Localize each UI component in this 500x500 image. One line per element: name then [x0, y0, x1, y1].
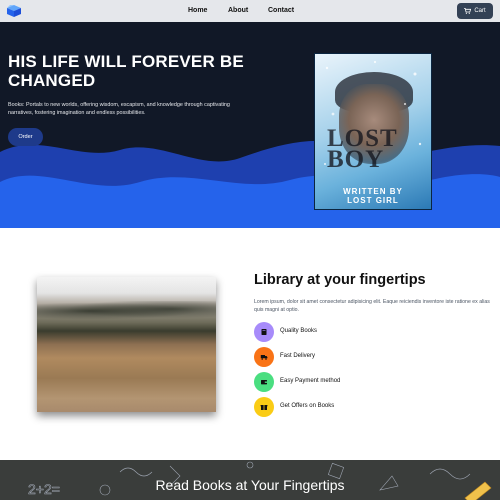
truck-icon: [260, 355, 268, 360]
cart-button[interactable]: Cart: [457, 3, 493, 19]
book-icon: [261, 329, 267, 335]
feature-icon-circle: [254, 372, 274, 392]
library-title: Library at your fingertips: [254, 272, 426, 288]
feature-quality-books: Quality Books: [254, 322, 474, 342]
nav-link-home[interactable]: Home: [188, 7, 207, 14]
feature-label: Get Offers on Books: [280, 403, 335, 409]
feature-label: Easy Payment method: [280, 378, 341, 384]
hero-title: HIS LIFE WILL FOREVER BE CHANGED: [8, 52, 244, 90]
photo-treeline: [37, 301, 216, 321]
nav-link-about[interactable]: About: [228, 7, 248, 14]
book-author: LOST GIRL: [347, 196, 399, 205]
feature-icon-circle: [254, 347, 274, 367]
feature-label: Quality Books: [280, 328, 318, 334]
cart-icon: [464, 8, 472, 14]
feature-get-offers: Get Offers on Books: [254, 397, 474, 417]
book-title-line2: BOY: [327, 146, 385, 173]
nav-link-contact[interactable]: Contact: [268, 7, 294, 14]
gift-icon: [260, 405, 268, 410]
nav-links: Home About Contact: [0, 0, 500, 22]
read-books-banner: 2+2= Read Books at Your Fingertips: [0, 460, 500, 500]
order-button[interactable]: Order: [8, 128, 43, 146]
book-title: LOST BOY: [327, 126, 427, 173]
feature-icon-circle: [254, 397, 274, 417]
library-description: Lorem ipsum, dolor sit amet consectetur …: [254, 299, 490, 313]
wallet-icon: [261, 380, 267, 385]
feature-icon-circle: [254, 322, 274, 342]
feature-label: Fast Delivery: [280, 353, 316, 359]
feature-easy-payment: Easy Payment method: [254, 372, 474, 392]
top-navbar: Home About Contact Cart: [0, 0, 500, 22]
book-cover[interactable]: LOST BOY WRITTEN BY LOST GIRL: [314, 53, 432, 210]
banner-title: Read Books at Your Fingertips: [155, 477, 345, 493]
hero-section: HIS LIFE WILL FOREVER BE CHANGED Books: …: [0, 22, 500, 228]
feature-fast-delivery: Fast Delivery: [254, 347, 474, 367]
cart-label: Cart: [474, 8, 486, 14]
book-written-by: WRITTEN BY: [343, 187, 403, 196]
library-photo: [37, 277, 216, 412]
hero-description: Books: Portals to new worlds, offering w…: [8, 102, 230, 116]
